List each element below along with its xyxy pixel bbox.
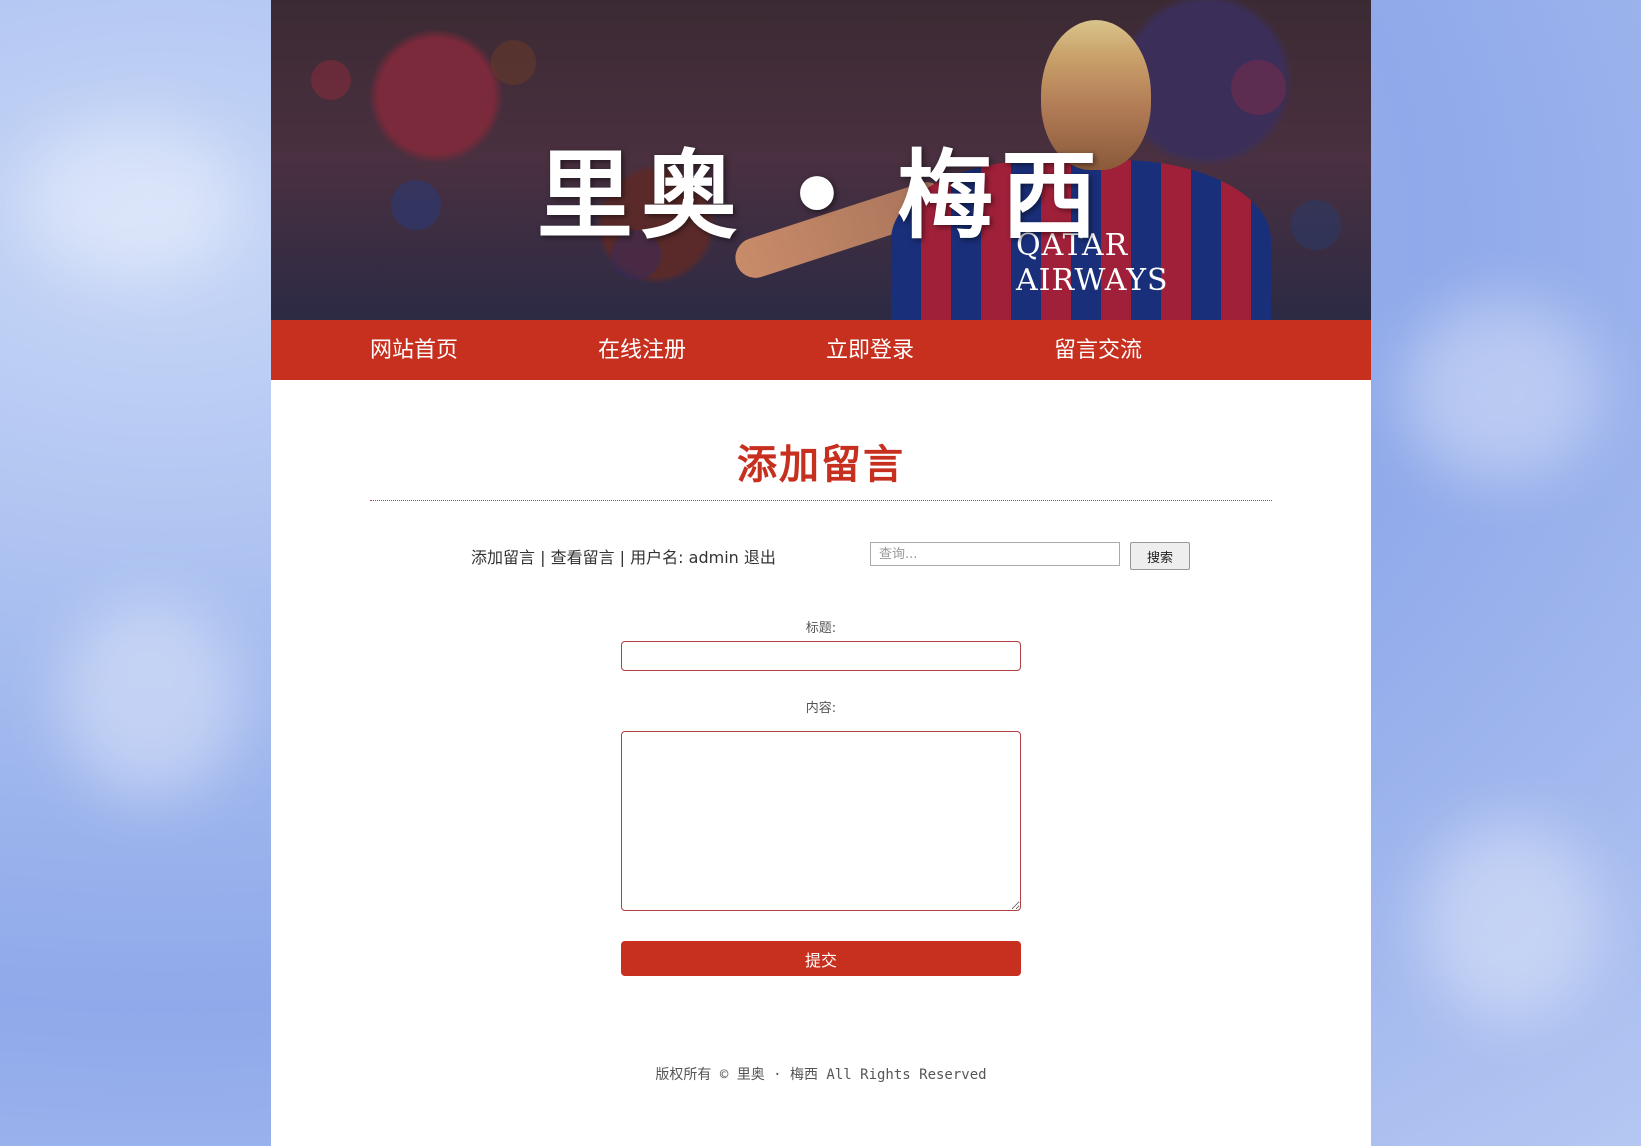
nav-item-home[interactable]: 网站首页 (370, 320, 458, 380)
logout-link[interactable]: 退出 (744, 548, 776, 567)
nav-item-messages[interactable]: 留言交流 (1054, 320, 1142, 380)
content-field-label: 内容: (805, 701, 837, 716)
search-button[interactable]: 搜索 (1130, 542, 1190, 570)
link-separator: | (614, 548, 631, 567)
site-title: 里奥 • 梅西 (536, 139, 1106, 252)
background-cloud (60, 600, 240, 800)
background-cloud (1400, 300, 1600, 480)
background-cloud (20, 120, 240, 280)
nav-item-login[interactable]: 立即登录 (826, 320, 914, 380)
add-message-link[interactable]: 添加留言 (471, 548, 535, 567)
page-container: QATAR AIRWAYS 里奥 • 梅西 网站首页 在线注册 立即登录 留言交… (271, 0, 1371, 1146)
username-label: 用户名: (630, 548, 684, 567)
footer-copyright: 版权所有 © 里奥 · 梅西 All Rights Reserved (655, 1067, 987, 1083)
content-textarea[interactable] (621, 731, 1021, 911)
page-title: 添加留言 (737, 443, 905, 487)
nav-item-register[interactable]: 在线注册 (598, 320, 686, 380)
title-input[interactable] (621, 641, 1021, 671)
header-banner: QATAR AIRWAYS 里奥 • 梅西 (271, 0, 1371, 320)
submit-button[interactable]: 提交 (621, 941, 1021, 976)
user-links-bar: 添加留言 | 查看留言 | 用户名: admin 退出 (471, 544, 776, 568)
view-messages-link[interactable]: 查看留言 (551, 548, 615, 567)
search-input[interactable] (870, 542, 1120, 566)
username-value: admin (688, 548, 739, 567)
link-separator: | (535, 548, 551, 567)
main-nav: 网站首页 在线注册 立即登录 留言交流 (271, 320, 1371, 380)
title-divider (370, 500, 1272, 501)
title-field-label: 标题: (805, 621, 837, 636)
background-cloud (1420, 820, 1600, 1020)
